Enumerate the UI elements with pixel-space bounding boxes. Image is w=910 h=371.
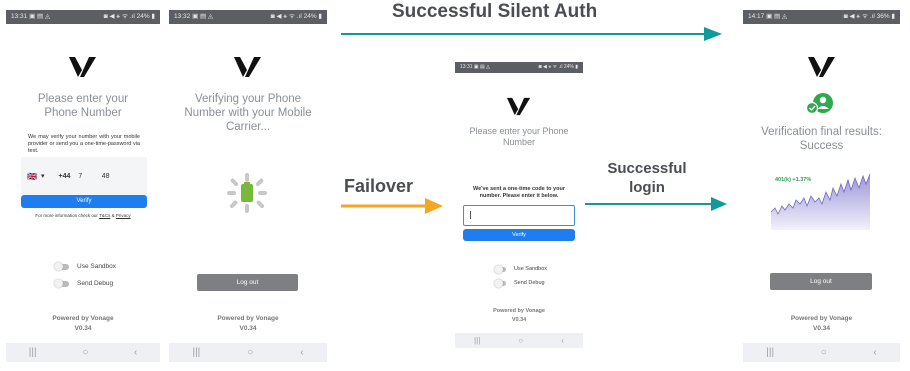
silent-auth-arrow — [341, 27, 722, 41]
login-label: Successful login — [607, 160, 687, 196]
login-arrow — [585, 197, 727, 211]
failover-label: Failover — [344, 176, 414, 196]
flow-arrows — [341, 27, 727, 214]
failover-arrow — [341, 198, 443, 214]
silent-auth-label: Successful Silent Auth — [392, 1, 598, 22]
